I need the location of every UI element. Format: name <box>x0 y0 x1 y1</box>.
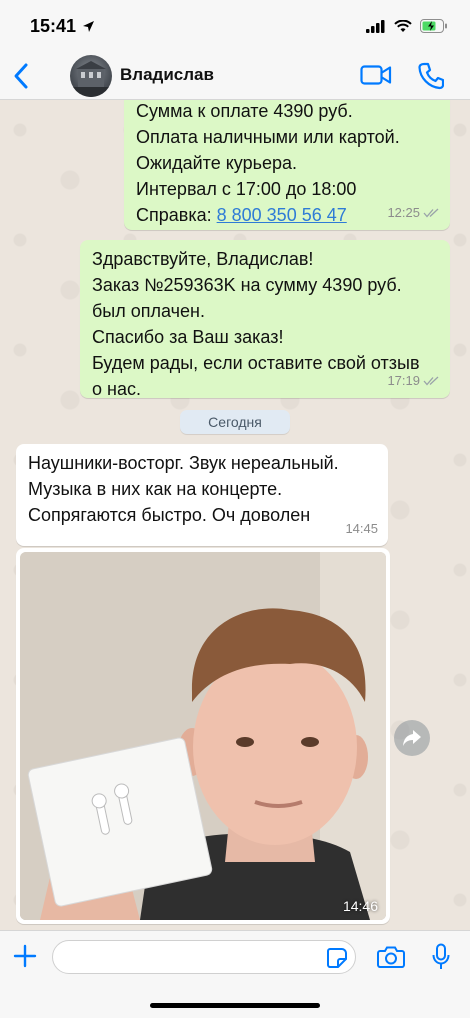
message-meta: 12:25 <box>387 200 440 226</box>
photo-time: 14:46 <box>342 898 378 914</box>
double-check-icon <box>423 208 439 218</box>
photo-image[interactable]: 14:46 <box>20 552 386 920</box>
photo-message[interactable]: 14:46 <box>16 548 390 924</box>
chat-area[interactable]: Сумма к оплате 4390 руб. Оплата наличным… <box>0 100 470 930</box>
message-time: 12:25 <box>387 205 420 220</box>
location-arrow-icon <box>83 20 95 32</box>
phone-call-icon[interactable] <box>418 62 444 90</box>
message-meta: 14:45 <box>345 516 378 542</box>
plus-icon[interactable] <box>12 943 38 969</box>
phone-link[interactable]: 8 800 350 56 47 <box>217 205 347 225</box>
message-meta: 17:19 <box>387 368 440 394</box>
back-chevron-icon[interactable] <box>10 62 34 90</box>
camera-icon[interactable] <box>377 945 405 969</box>
double-check-icon <box>423 376 439 386</box>
message-time: 14:45 <box>345 521 378 536</box>
photo-illustration <box>20 552 386 920</box>
contact-name[interactable]: Владислав <box>120 65 214 85</box>
message-line: Спасибо за Ваш заказ! <box>92 327 284 347</box>
message-line: был оплачен. <box>92 301 205 321</box>
message-line: Оплата наличными или картой. <box>136 127 400 147</box>
message-bubble-outgoing[interactable]: Сумма к оплате 4390 руб. Оплата наличным… <box>124 100 450 230</box>
battery-charging-icon <box>420 19 447 33</box>
message-line: Сопрягаются быстро. Оч доволен <box>28 505 311 525</box>
signal-icon <box>366 19 385 33</box>
message-line: Сумма к оплате 4390 руб. <box>136 101 353 121</box>
status-icons <box>366 19 448 33</box>
message-bubble-outgoing[interactable]: Здравствуйте, Владислав! Заказ №259363K … <box>80 240 450 399</box>
status-bar: 15:41 <box>0 0 470 52</box>
microphone-icon[interactable] <box>432 943 450 971</box>
message-line: Здравствуйте, Владислав! <box>92 249 314 269</box>
message-line: Заказ №259363K на сумму 4390 руб. <box>92 275 402 295</box>
message-line: Интервал с 17:00 до 18:00 <box>136 179 357 199</box>
message-line: Наушники-восторг. Звук нереальный. <box>28 453 339 473</box>
status-time: 15:41 <box>30 15 77 36</box>
message-bubble-incoming[interactable]: Наушники-восторг. Звук нереальный. Музык… <box>16 444 388 546</box>
message-line: Ожидайте курьера. <box>136 153 298 173</box>
help-prefix: Справка: <box>136 205 217 225</box>
message-input[interactable] <box>52 940 356 974</box>
chat-header: Владислав <box>0 52 470 100</box>
forward-button[interactable] <box>394 720 430 756</box>
date-divider: Сегодня <box>180 410 290 434</box>
avatar-image <box>70 61 112 97</box>
home-indicator[interactable] <box>150 1003 320 1008</box>
message-time: 17:19 <box>387 373 420 388</box>
message-line: Музыка в них как на концерте. <box>28 479 283 499</box>
status-time-group: 15:41 <box>30 16 95 37</box>
composer-bar <box>0 930 470 1018</box>
wifi-icon <box>394 19 412 32</box>
avatar[interactable] <box>70 55 112 97</box>
video-call-icon[interactable] <box>360 64 392 86</box>
sticker-icon[interactable] <box>326 947 348 969</box>
forward-arrow-icon <box>403 730 421 746</box>
